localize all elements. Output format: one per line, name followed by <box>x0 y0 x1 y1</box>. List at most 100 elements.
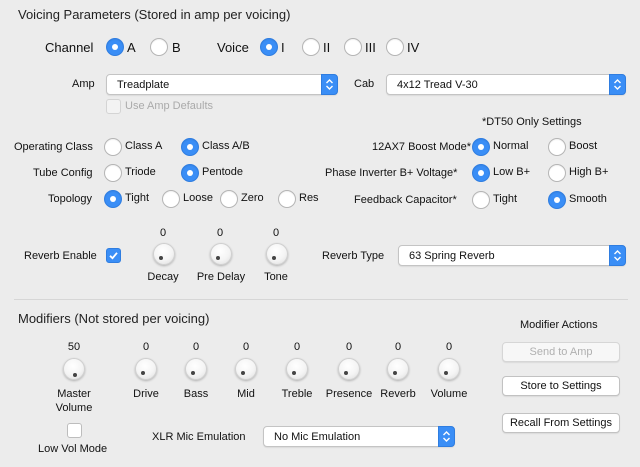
boost-boost-radio[interactable] <box>548 138 566 156</box>
modifier-knob-value: 0 <box>394 341 402 353</box>
voice-ii-radio[interactable] <box>302 38 320 56</box>
modifier-knob-label: Treble <box>281 388 313 400</box>
channel-label: Channel <box>45 40 94 55</box>
triode-label: Triode <box>125 166 156 178</box>
use-amp-defaults-label: Use Amp Defaults <box>125 100 214 112</box>
modifier-knob[interactable] <box>387 358 409 380</box>
modifier-knob-value: 0 <box>192 341 200 353</box>
topology-tight-radio[interactable] <box>104 190 122 208</box>
low-b-radio[interactable] <box>472 164 490 182</box>
store-to-settings-button[interactable]: Store to Settings <box>502 376 620 396</box>
cab-select-value: 4x12 Tread V-30 <box>397 79 478 91</box>
boost-mode-label: 12AX7 Boost Mode* <box>372 141 472 153</box>
voice-i-label: I <box>281 40 285 55</box>
xlr-mic-label: XLR Mic Emulation <box>152 431 246 443</box>
master-volume-knob[interactable] <box>63 358 85 380</box>
feedback-tight-radio[interactable] <box>472 191 490 209</box>
modifier-knob-value: 0 <box>445 341 453 353</box>
topology-tight-label: Tight <box>125 192 150 204</box>
voice-iv-label: IV <box>407 40 420 55</box>
low-b-label: Low B+ <box>493 166 530 178</box>
pentode-radio[interactable] <box>181 164 199 182</box>
reverb-type-select[interactable]: 63 Spring Reverb <box>398 245 626 266</box>
reverb-enable-label: Reverb Enable <box>24 250 97 262</box>
low-vol-mode-checkbox[interactable] <box>67 423 82 438</box>
voice-i-radio[interactable] <box>260 38 278 56</box>
feedback-tight-label: Tight <box>493 193 518 205</box>
boost-normal-label: Normal <box>493 140 529 152</box>
master-volume-label-1: Master <box>57 388 91 400</box>
voice-iii-label: III <box>365 40 376 55</box>
modifier-knob[interactable] <box>185 358 207 380</box>
modifier-knob[interactable] <box>438 358 460 380</box>
chevron-updown-icon <box>609 74 626 95</box>
topology-zero-label: Zero <box>241 192 264 204</box>
pentode-label: Pentode <box>202 166 243 178</box>
feedback-label: Feedback Capacitor* <box>354 194 457 206</box>
reverb-type-value: 63 Spring Reverb <box>409 250 495 262</box>
high-b-radio[interactable] <box>548 164 566 182</box>
amp-select-value: Treadplate <box>117 79 170 91</box>
use-amp-defaults-checkbox[interactable] <box>106 99 121 114</box>
chevron-updown-icon <box>321 74 338 95</box>
cab-label: Cab <box>354 78 375 90</box>
modifier-knob[interactable] <box>235 358 257 380</box>
master-volume-value: 50 <box>67 341 81 353</box>
channel-b-radio[interactable] <box>150 38 168 56</box>
modifier-actions-title: Modifier Actions <box>520 319 598 331</box>
channel-b-label: B <box>172 40 181 55</box>
topology-loose-label: Loose <box>183 192 213 204</box>
recall-from-settings-button[interactable]: Recall From Settings <box>502 413 620 433</box>
tone-value: 0 <box>272 227 280 239</box>
tone-label: Tone <box>264 271 288 283</box>
feedback-smooth-radio[interactable] <box>548 191 566 209</box>
voice-iii-radio[interactable] <box>344 38 362 56</box>
modifier-knob-value: 0 <box>345 341 353 353</box>
dt50-note: *DT50 Only Settings <box>482 116 582 128</box>
voice-label: Voice <box>217 40 249 55</box>
boost-boost-label: Boost <box>569 140 598 152</box>
topology-loose-radio[interactable] <box>162 190 180 208</box>
decay-value: 0 <box>159 227 167 239</box>
channel-a-radio[interactable] <box>106 38 124 56</box>
modifier-knob[interactable] <box>338 358 360 380</box>
voicing-section-title: Voicing Parameters (Stored in amp per vo… <box>18 7 291 22</box>
modifier-knob[interactable] <box>286 358 308 380</box>
master-volume-label-2: Volume <box>55 402 93 414</box>
feedback-smooth-label: Smooth <box>569 193 607 205</box>
triode-radio[interactable] <box>104 164 122 182</box>
send-to-amp-button[interactable]: Send to Amp <box>502 342 620 362</box>
topology-zero-radio[interactable] <box>220 190 238 208</box>
amp-select[interactable]: Treadplate <box>106 74 338 95</box>
decay-label: Decay <box>147 271 179 283</box>
modifier-knob-value: 0 <box>242 341 250 353</box>
class-ab-label: Class A/B <box>202 140 250 152</box>
phase-inverter-label: Phase Inverter B+ Voltage* <box>325 167 458 179</box>
high-b-label: High B+ <box>569 166 609 178</box>
low-vol-mode-label: Low Vol Mode <box>38 443 108 455</box>
xlr-mic-select[interactable]: No Mic Emulation <box>263 426 455 447</box>
predelay-knob[interactable] <box>210 243 232 265</box>
tube-config-label: Tube Config <box>33 167 93 179</box>
amp-label: Amp <box>72 78 95 90</box>
reverb-enable-checkbox[interactable] <box>106 248 121 263</box>
checkmark-icon <box>109 252 118 260</box>
modifier-knob-label: Volume <box>430 388 468 400</box>
channel-a-label: A <box>127 40 136 55</box>
class-ab-radio[interactable] <box>181 138 199 156</box>
xlr-mic-value: No Mic Emulation <box>274 431 361 443</box>
cab-select[interactable]: 4x12 Tread V-30 <box>386 74 626 95</box>
topology-res-label: Res <box>299 192 319 204</box>
voice-ii-label: II <box>323 40 331 55</box>
operating-class-label: Operating Class <box>14 141 93 153</box>
decay-knob[interactable] <box>153 243 175 265</box>
topology-res-radio[interactable] <box>278 190 296 208</box>
predelay-value: 0 <box>216 227 224 239</box>
class-a-radio[interactable] <box>104 138 122 156</box>
class-a-label: Class A <box>125 140 163 152</box>
boost-normal-radio[interactable] <box>472 138 490 156</box>
tone-knob[interactable] <box>266 243 288 265</box>
modifier-knob[interactable] <box>135 358 157 380</box>
reverb-type-label: Reverb Type <box>322 250 385 262</box>
voice-iv-radio[interactable] <box>386 38 404 56</box>
